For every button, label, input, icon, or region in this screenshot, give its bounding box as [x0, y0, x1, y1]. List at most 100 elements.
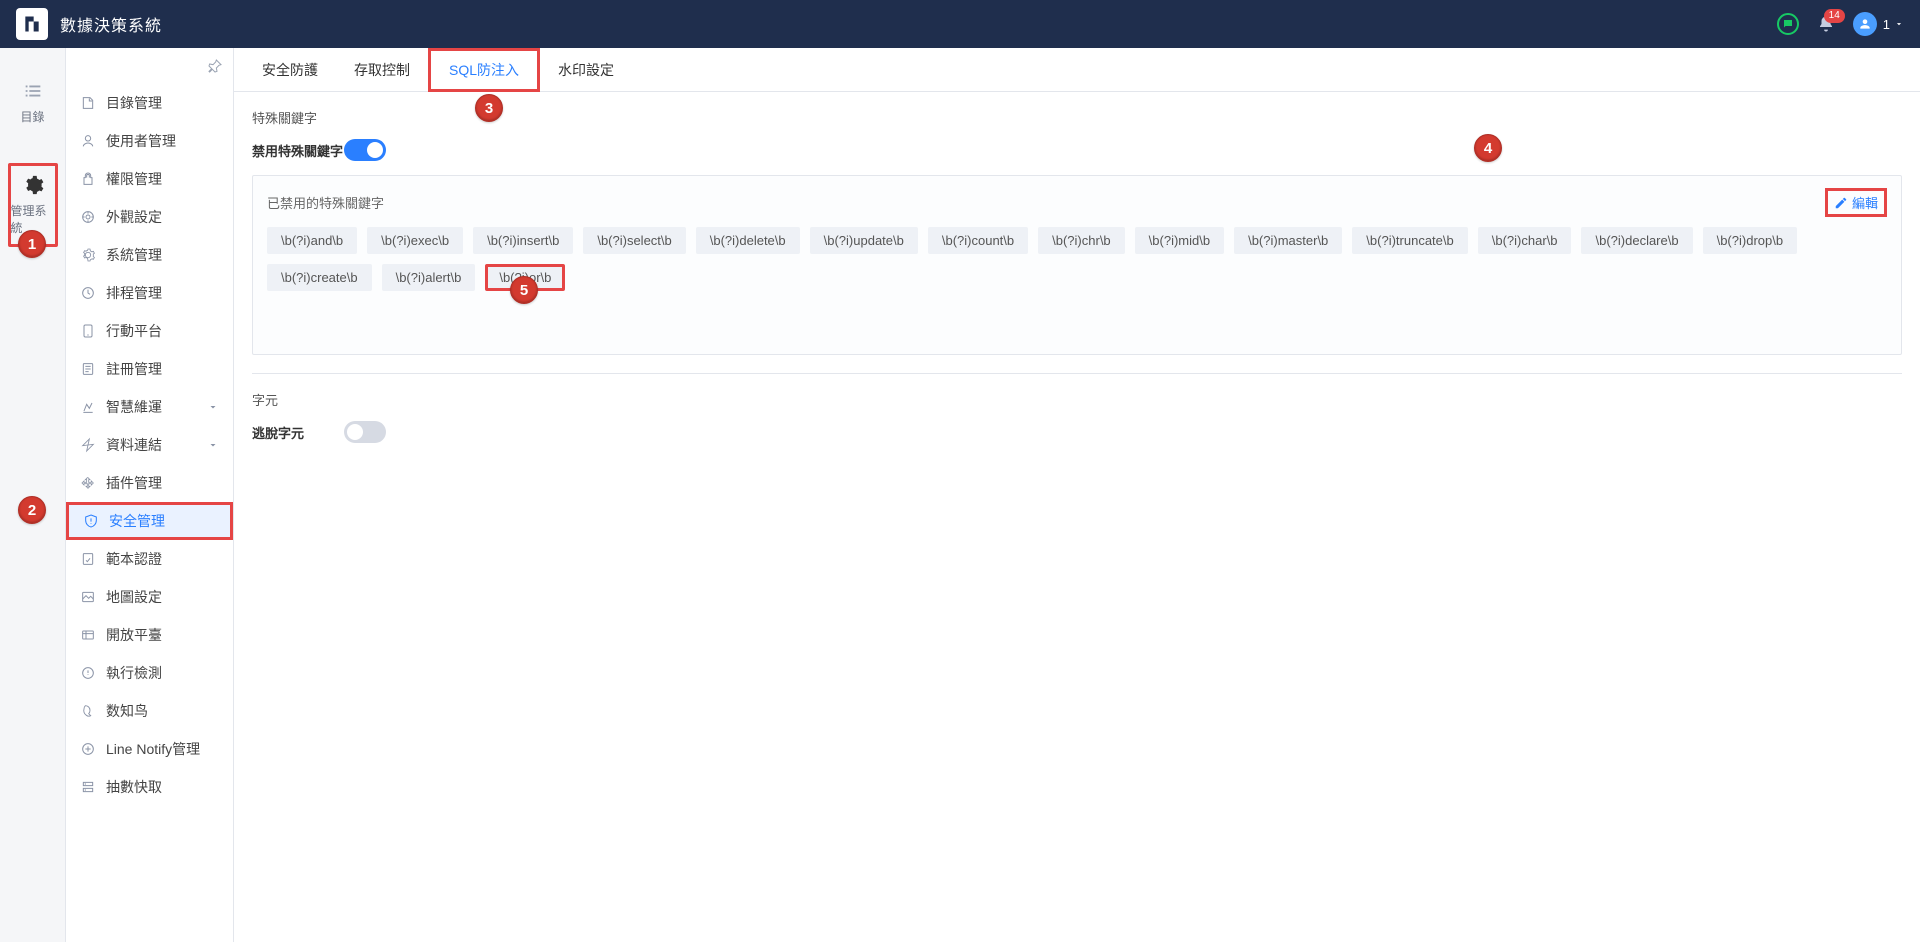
menu-item-icon [80, 437, 96, 453]
keyword-tag: \b(?i)update\b [810, 227, 918, 254]
menu-item-icon [80, 209, 96, 225]
pin-icon[interactable] [207, 58, 223, 77]
sidebar-item-12[interactable]: 範本認證 [66, 540, 233, 578]
edit-button[interactable]: 編輯 [1825, 188, 1887, 217]
escape-char-toggle[interactable] [344, 421, 386, 443]
edit-label: 編輯 [1852, 193, 1878, 212]
menu-item-icon [80, 285, 96, 301]
sidebar-item-label: 執行檢測 [106, 663, 162, 683]
sidebar-item-label: 權限管理 [106, 169, 162, 189]
disable-keywords-label: 禁用特殊關鍵字 [252, 141, 344, 160]
keyword-tag: \b(?i)insert\b [473, 227, 573, 254]
sidebar-item-8[interactable]: 智慧維運 [66, 388, 233, 426]
tab-2[interactable]: SQL防注入 [428, 48, 540, 92]
notifications-badge: 14 [1824, 9, 1845, 23]
menu-item-icon [80, 247, 96, 263]
sidebar-item-1[interactable]: 使用者管理 [66, 122, 233, 160]
sidebar-item-label: 抽數快取 [106, 777, 162, 797]
keyword-tag: \b(?i)count\b [928, 227, 1028, 254]
avatar-icon [1853, 12, 1877, 36]
callout-5: 5 [510, 276, 538, 304]
sidebar-item-label: 系統管理 [106, 245, 162, 265]
app-title: 數據決策系統 [60, 12, 162, 36]
sidebar-item-18[interactable]: 抽數快取 [66, 768, 233, 806]
sidebar-item-13[interactable]: 地圖設定 [66, 578, 233, 616]
main-content: 安全防護存取控制SQL防注入水印設定 特殊關鍵字 禁用特殊關鍵字 已禁用的特殊關… [234, 48, 1920, 942]
tabs: 安全防護存取控制SQL防注入水印設定 [234, 48, 1920, 92]
tab-3[interactable]: 水印設定 [540, 48, 632, 92]
keyword-tag: \b(?i)exec\b [367, 227, 463, 254]
keyword-tag: \b(?i)chr\b [1038, 227, 1125, 254]
keyword-tag: \b(?i)mid\b [1135, 227, 1224, 254]
sidebar-item-2[interactable]: 權限管理 [66, 160, 233, 198]
sidebar-item-label: 安全管理 [109, 511, 165, 531]
keyword-tag: \b(?i)char\b [1478, 227, 1572, 254]
sidebar-item-label: 智慧維運 [106, 397, 162, 417]
section-char-title: 字元 [252, 390, 1902, 409]
sidebar-item-9[interactable]: 資料連結 [66, 426, 233, 464]
keyword-tag: \b(?i)and\b [267, 227, 357, 254]
sidebar-item-4[interactable]: 系統管理 [66, 236, 233, 274]
disabled-keywords-panel: 已禁用的特殊關鍵字 編輯 \b(?i)and\b\b(?i)exec\b\b(?… [252, 175, 1902, 355]
menu-item-icon [80, 323, 96, 339]
sidebar-item-11[interactable]: 安全管理 [66, 502, 233, 540]
notifications-icon[interactable]: 14 [1817, 15, 1835, 33]
keyword-tag: \b(?i)declare\b [1581, 227, 1692, 254]
sidebar-item-7[interactable]: 註冊管理 [66, 350, 233, 388]
callout-3: 3 [475, 94, 503, 122]
menu-item-icon [80, 399, 96, 415]
menu-item-icon [80, 703, 96, 719]
menu-item-icon [80, 95, 96, 111]
sidebar-item-6[interactable]: 行動平台 [66, 312, 233, 350]
menu-item-icon [80, 665, 96, 681]
callout-4: 4 [1474, 134, 1502, 162]
tab-0[interactable]: 安全防護 [244, 48, 336, 92]
sidebar-item-label: 外觀設定 [106, 207, 162, 227]
sidebar-item-3[interactable]: 外觀設定 [66, 198, 233, 236]
keyword-tag: \b(?i)delete\b [696, 227, 800, 254]
menu-item-icon [80, 475, 96, 491]
sidebar-item-15[interactable]: 執行檢測 [66, 654, 233, 692]
sidebar-item-label: 使用者管理 [106, 131, 176, 151]
sidebar-item-16[interactable]: 数知鸟 [66, 692, 233, 730]
menu-item-icon [83, 513, 99, 529]
chevron-down-icon [1894, 19, 1904, 29]
menu-item-icon [80, 361, 96, 377]
keyword-tag: \b(?i)select\b [583, 227, 685, 254]
disable-keywords-toggle[interactable] [344, 139, 386, 161]
user-menu[interactable]: 1 [1853, 12, 1904, 36]
keyword-tag: \b(?i)master\b [1234, 227, 1342, 254]
user-count: 1 [1883, 17, 1890, 32]
menu-item-icon [80, 741, 96, 757]
sidebar-item-10[interactable]: 插件管理 [66, 464, 233, 502]
nav-rail: 目錄 管理系統 [0, 48, 66, 942]
rail-catalog[interactable]: 目錄 [8, 72, 58, 133]
sidebar-item-label: 範本認證 [106, 549, 162, 569]
keyword-tag: \b(?i)drop\b [1703, 227, 1797, 254]
list-icon [22, 80, 44, 102]
sidebar: 目錄管理使用者管理權限管理外觀設定系統管理排程管理行動平台註冊管理智慧維運資料連… [66, 48, 234, 942]
sidebar-item-5[interactable]: 排程管理 [66, 274, 233, 312]
sidebar-item-17[interactable]: Line Notify管理 [66, 730, 233, 768]
menu-item-icon [80, 171, 96, 187]
sidebar-item-label: 排程管理 [106, 283, 162, 303]
menu-item-icon [80, 589, 96, 605]
keyword-tag: \b(?i)alert\b [382, 264, 476, 291]
pencil-icon [1834, 196, 1848, 210]
sidebar-item-label: 行動平台 [106, 321, 162, 341]
sidebar-item-0[interactable]: 目錄管理 [66, 84, 233, 122]
keyword-tag: \b(?i)truncate\b [1352, 227, 1467, 254]
sidebar-item-label: 插件管理 [106, 473, 162, 493]
rail-catalog-label: 目錄 [20, 108, 44, 125]
sidebar-item-label: 開放平臺 [106, 625, 162, 645]
sidebar-item-14[interactable]: 開放平臺 [66, 616, 233, 654]
sidebar-item-label: 数知鸟 [106, 701, 148, 721]
menu-item-icon [80, 133, 96, 149]
keyword-tag: \b(?i)create\b [267, 264, 372, 291]
messages-icon[interactable] [1777, 13, 1799, 35]
callout-2: 2 [18, 496, 46, 524]
menu-item-icon [80, 627, 96, 643]
sidebar-item-label: 資料連結 [106, 435, 162, 455]
sidebar-item-label: 註冊管理 [106, 359, 162, 379]
tab-1[interactable]: 存取控制 [336, 48, 428, 92]
